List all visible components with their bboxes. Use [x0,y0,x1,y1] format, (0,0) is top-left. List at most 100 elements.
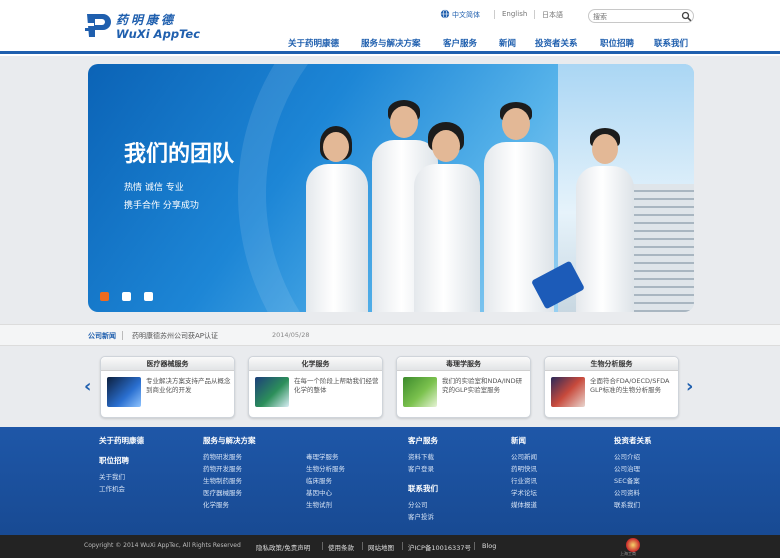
footer-heading-services[interactable]: 服务与解决方案 [203,435,256,446]
footer-link[interactable]: 化学服务 [203,499,229,509]
footer-heading-careers[interactable]: 职位招聘 [99,455,129,466]
footer-link[interactable]: 基因中心 [306,487,332,497]
slide-dot-1[interactable] [100,292,109,301]
search-icon[interactable] [681,11,692,22]
icp-link[interactable]: 沪ICP备10016337号 [408,542,471,552]
footer-link[interactable]: 行业资讯 [511,475,537,485]
card-title: 医疗器械服务 [101,357,234,371]
slide-dot-2[interactable] [122,292,131,301]
footer-heading-news[interactable]: 新闻 [511,435,526,446]
card-thumbnail [551,377,585,407]
footer-link[interactable]: 客户投诉 [408,511,434,521]
copyright-bar: Copyright © 2014 WuXi AppTec, All Rights… [0,535,780,558]
footer: 关于药明康德 职位招聘 关于我们 工作机会 服务与解决方案 药物研发服务 药物开… [0,427,780,535]
blog-link[interactable]: Blog [482,542,496,550]
page: 药明康德 WuXi AppTec 中文简体 English 日本語 关于药明康德… [0,0,780,558]
footer-link[interactable]: 分公司 [408,499,428,509]
carousel-prev-arrow-icon[interactable]: ‹ [84,376,91,397]
nav-careers[interactable]: 职位招聘 [600,37,634,49]
news-ticker: 公司新闻 药明康德苏州公司获AP认证 2014/05/28 [0,324,780,346]
footer-link[interactable]: SEC备案 [614,475,640,485]
header-divider [0,51,780,54]
lang-chinese-link[interactable]: 中文简体 [452,10,480,20]
footer-heading-investors[interactable]: 投资者关系 [614,435,652,446]
footer-link[interactable]: 生物制药服务 [203,475,242,485]
badge-label: 上海工商 [620,551,636,556]
hero-banner[interactable]: 我们的团队 热情 诚信 专业 携手合作 分享成功 [88,64,694,312]
footer-link[interactable]: 工作机会 [99,483,125,493]
service-card-chemistry[interactable]: 化学服务 在每一个阶段上帮助我们经营化学的整体 [248,356,383,418]
card-description: 我们的实验室和NDA/IND研究的GLP实验室服务 [442,377,523,394]
footer-link[interactable]: 生物分析服务 [306,463,345,473]
news-divider [122,331,123,340]
news-label[interactable]: 公司新闻 [88,331,116,341]
footer-link[interactable]: 医疗器械服务 [203,487,242,497]
news-headline-link[interactable]: 药明康德苏州公司获AP认证 [132,331,218,341]
footer-link[interactable]: 药明快讯 [511,463,537,473]
card-thumbnail [107,377,141,407]
link-divider [322,542,323,550]
logo[interactable]: 药明康德 WuXi AppTec [84,8,214,44]
banner-slogan-2: 携手合作 分享成功 [124,201,199,211]
logo-chinese-name: 药明康德 [116,13,177,27]
lang-divider [494,10,495,19]
footer-link[interactable]: 客户登录 [408,463,434,473]
footer-link[interactable]: 媒体报道 [511,499,537,509]
link-divider [362,542,363,550]
footer-link[interactable]: 学术论坛 [511,487,537,497]
nav-investors[interactable]: 投资者关系 [535,37,578,49]
card-thumbnail [255,377,289,407]
footer-link[interactable]: 公司资料 [614,487,640,497]
building-image [628,184,694,312]
service-card-bioanalysis[interactable]: 生物分析服务 全面符合FDA/OECD/SFDA GLP标准的生物分析服务 [544,356,679,418]
footer-link[interactable]: 公司治理 [614,463,640,473]
link-divider [474,542,475,550]
card-title: 生物分析服务 [545,357,678,371]
footer-heading-about[interactable]: 关于药明康德 [99,435,144,446]
footer-link[interactable]: 公司介绍 [614,451,640,461]
footer-link[interactable]: 毒理学服务 [306,451,339,461]
footer-link[interactable]: 资料下载 [408,451,434,461]
copyright-text: Copyright © 2014 WuXi AppTec, All Rights… [84,542,241,549]
footer-link[interactable]: 临床服务 [306,475,332,485]
sitemap-link[interactable]: 网站地图 [368,542,394,552]
card-thumbnail [403,377,437,407]
card-title: 毒理学服务 [397,357,530,371]
footer-link[interactable]: 联系我们 [614,499,640,509]
header: 药明康德 WuXi AppTec 中文简体 English 日本語 关于药明康德… [0,0,780,56]
terms-link[interactable]: 使用条款 [328,542,354,552]
card-title: 化学服务 [249,357,382,371]
nav-news[interactable]: 新闻 [499,37,516,49]
lang-english-link[interactable]: English [502,10,527,18]
lang-divider [534,10,535,19]
footer-link[interactable]: 公司新闻 [511,451,537,461]
footer-link[interactable]: 药物研发服务 [203,451,242,461]
footer-heading-customer-service[interactable]: 客户服务 [408,435,438,446]
banner-title: 我们的团队 [124,142,235,167]
wuxi-logo-icon [85,14,111,37]
link-divider [402,542,403,550]
card-description: 全面符合FDA/OECD/SFDA GLP标准的生物分析服务 [590,377,670,394]
footer-link[interactable]: 药物开发服务 [203,463,242,473]
banner-slogan-1: 热情 诚信 专业 [124,183,184,193]
carousel-next-arrow-icon[interactable]: › [686,376,693,397]
card-description: 专业解决方案支持产品从概念到商业化的开发 [146,377,231,394]
footer-heading-contact[interactable]: 联系我们 [408,483,438,494]
search-input[interactable] [593,11,677,22]
nav-customer-service[interactable]: 客户服务 [443,37,477,49]
nav-contact[interactable]: 联系我们 [654,37,688,49]
privacy-link[interactable]: 隐私政策/免责声明 [256,542,310,552]
card-description: 在每一个阶段上帮助我们经营化学的整体 [294,377,379,394]
nav-about[interactable]: 关于药明康德 [288,37,339,49]
service-card-medical-device[interactable]: 医疗器械服务 专业解决方案支持产品从概念到商业化的开发 [100,356,235,418]
search-box [588,9,694,23]
service-card-toxicology[interactable]: 毒理学服务 我们的实验室和NDA/IND研究的GLP实验室服务 [396,356,531,418]
footer-link[interactable]: 生物试剂 [306,499,332,509]
lang-japanese-link[interactable]: 日本語 [542,10,563,20]
footer-link[interactable]: 关于我们 [99,471,125,481]
news-date: 2014/05/28 [272,331,310,339]
logo-english-name: WuXi AppTec [116,27,201,41]
nav-services[interactable]: 服务与解决方案 [361,37,421,49]
business-license-badge-icon[interactable] [626,538,640,552]
slide-dot-3[interactable] [144,292,153,301]
